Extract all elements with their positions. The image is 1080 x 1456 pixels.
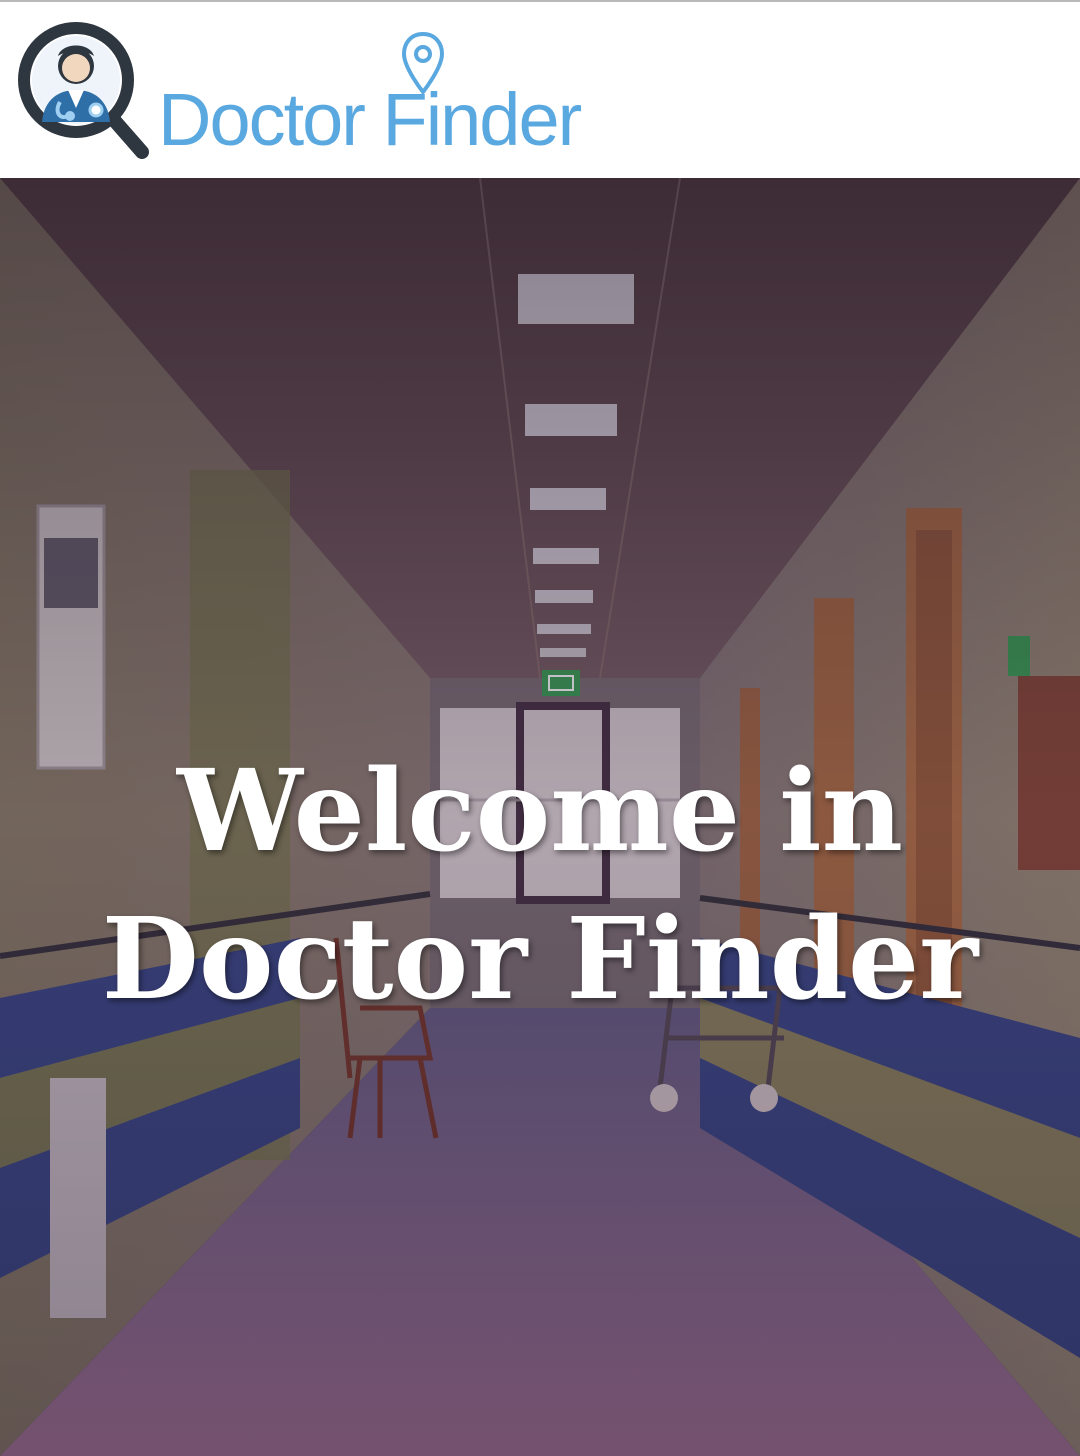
brand-name[interactable]: Doctor Finder [158, 80, 582, 160]
hero-banner: Welcome in Doctor Finder [0, 178, 1080, 1456]
app-header: Doctor Finder [0, 0, 1080, 178]
app-screen: Doctor Finder Welcome in Doctor Finder [0, 0, 1080, 1456]
hero-title: Welcome in Doctor Finder [0, 738, 1080, 1034]
hero-title-line-2: Doctor Finder [101, 894, 979, 1025]
hero-title-line-1: Welcome in [176, 746, 904, 877]
doctor-magnifier-icon[interactable] [14, 18, 154, 164]
